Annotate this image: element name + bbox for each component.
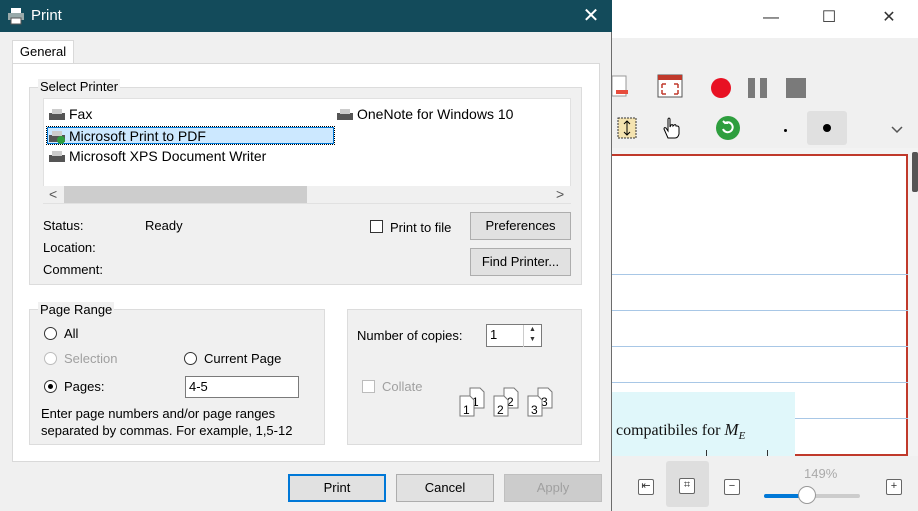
background-toolbar xyxy=(612,38,918,148)
zoom-out-icon[interactable]: − xyxy=(724,479,740,495)
printer-icon xyxy=(8,8,24,25)
preferences-button[interactable]: Preferences xyxy=(470,212,571,240)
large-dot-icon xyxy=(823,124,831,132)
page-range-label: Page Range xyxy=(38,302,115,317)
small-dot-icon[interactable] xyxy=(784,129,787,132)
background-titlebar: — ☐ ✕ xyxy=(612,0,918,38)
page-range-hint-line2: separated by commas. For example, 1,5-12 xyxy=(41,423,293,438)
current-page-label: Current Page xyxy=(204,351,282,366)
close-button[interactable]: ✕ xyxy=(876,6,902,30)
scrollbar-thumb[interactable] xyxy=(64,186,307,203)
fit-height-icon[interactable] xyxy=(614,114,642,142)
status-label: Status: xyxy=(43,218,84,233)
document-icon[interactable] xyxy=(612,72,640,100)
table-line xyxy=(612,310,908,311)
printer-icon xyxy=(49,109,65,121)
pause-icon[interactable] xyxy=(744,74,772,102)
list-item[interactable]: Microsoft XPS Document Writer xyxy=(48,148,266,165)
select-printer-label: Select Printer xyxy=(38,79,121,94)
spin-up-icon[interactable]: ▲ xyxy=(524,325,541,335)
print-to-file-label: Print to file xyxy=(390,220,452,235)
zoom-in-icon[interactable]: + xyxy=(886,479,902,495)
current-page-radio[interactable] xyxy=(184,352,197,365)
vertical-scrollbar[interactable] xyxy=(912,152,918,192)
table-line xyxy=(612,274,908,275)
copies-stepper[interactable]: ▲ ▼ xyxy=(523,325,541,347)
dialog-title: Print xyxy=(31,7,62,24)
svg-text:2: 2 xyxy=(497,403,504,417)
spin-down-icon[interactable]: ▼ xyxy=(524,335,541,345)
page-range-hint-line1: Enter page numbers and/or page ranges xyxy=(41,406,276,421)
table-line xyxy=(612,382,908,383)
stop-icon[interactable] xyxy=(782,74,810,102)
comment-label: Comment: xyxy=(43,262,103,277)
svg-text:3: 3 xyxy=(531,403,538,417)
fullscreen-icon[interactable] xyxy=(656,72,684,100)
cancel-button[interactable]: Cancel xyxy=(396,474,494,502)
record-icon[interactable] xyxy=(707,74,735,102)
pages-label: Pages: xyxy=(64,379,105,394)
pages-input[interactable]: 4-5 xyxy=(185,376,299,398)
scroll-right-icon[interactable]: > xyxy=(556,186,564,202)
previous-page-icon[interactable]: ⇤ xyxy=(638,479,654,495)
copies-label: Number of copies: xyxy=(357,328,463,343)
copies-value: 1 xyxy=(490,327,498,342)
large-dot-button[interactable] xyxy=(807,111,847,145)
all-radio[interactable] xyxy=(44,327,57,340)
collate-checkbox[interactable] xyxy=(362,380,375,393)
chevron-down-icon[interactable] xyxy=(890,125,904,135)
scroll-left-icon[interactable]: < xyxy=(49,186,57,202)
close-icon[interactable]: ✕ xyxy=(578,4,604,28)
fit-page-button[interactable]: ⌗ xyxy=(666,461,709,507)
selection-label: Selection xyxy=(64,351,118,366)
printer-icon xyxy=(337,109,353,121)
location-label: Location: xyxy=(43,240,96,255)
fit-page-icon: ⌗ xyxy=(679,478,695,494)
dialog-titlebar: Print ✕ xyxy=(0,0,612,32)
zoom-slider-thumb[interactable] xyxy=(798,486,817,504)
status-value: Ready xyxy=(145,218,183,233)
print-button[interactable]: Print xyxy=(288,474,386,502)
selection-radio[interactable] xyxy=(44,352,57,365)
default-printer-icon xyxy=(49,131,65,145)
print-to-file-checkbox[interactable] xyxy=(370,220,383,233)
document-text: compatibiles for ME xyxy=(616,420,746,443)
pages-radio[interactable] xyxy=(44,380,57,393)
maximize-button[interactable]: ☐ xyxy=(816,6,842,30)
refresh-icon[interactable] xyxy=(714,114,742,142)
collate-pages-icon: 1 1 2 2 3 3 xyxy=(459,387,553,417)
printer-icon xyxy=(49,151,65,163)
status-bar: ⇤ ⌗ − 149% + xyxy=(612,456,918,511)
zoom-level: 149% xyxy=(804,466,838,481)
print-dialog: Print ✕ General Select Printer Fax OneNo… xyxy=(0,0,612,511)
collate-label: Collate xyxy=(382,379,423,394)
list-item[interactable]: Fax xyxy=(48,106,92,123)
table-line xyxy=(612,346,908,347)
zoom-slider[interactable] xyxy=(764,486,860,504)
apply-button[interactable]: Apply xyxy=(504,474,602,502)
copies-input[interactable]: 1 ▲ ▼ xyxy=(486,324,542,347)
tab-general[interactable]: General xyxy=(12,40,74,64)
minimize-button[interactable]: — xyxy=(758,6,784,30)
svg-text:1: 1 xyxy=(463,403,470,417)
hand-pointer-icon[interactable] xyxy=(658,114,686,142)
list-item[interactable]: OneNote for Windows 10 xyxy=(336,106,513,123)
find-printer-button[interactable]: Find Printer... xyxy=(470,248,571,276)
all-label: All xyxy=(64,326,79,341)
list-item-selected[interactable]: Microsoft Print to PDF xyxy=(46,126,335,145)
